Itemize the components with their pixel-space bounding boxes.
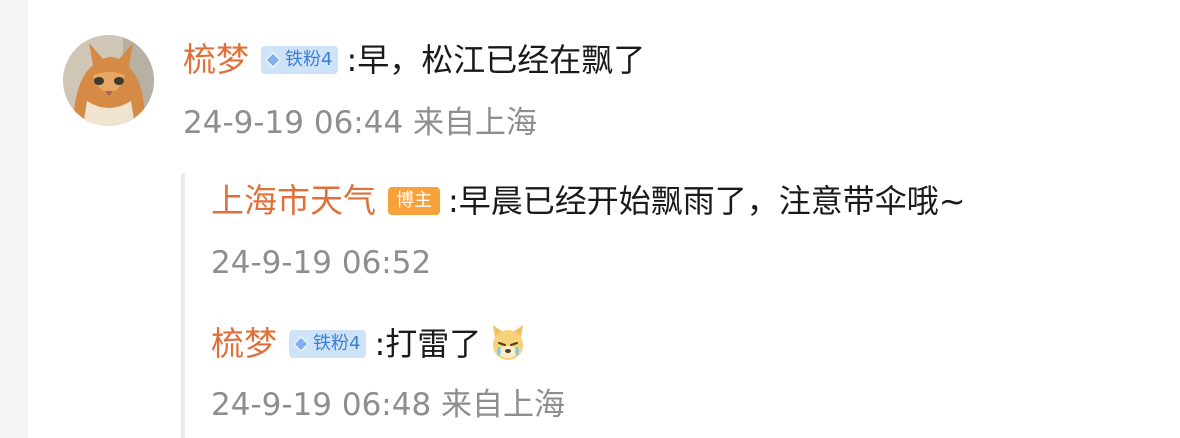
reply-meta: 24-9-19 06:48 来自上海 [211, 387, 566, 423]
comment-header: 梳梦 铁粉4 :早，松江已经在飘了 [183, 40, 645, 80]
diamond-gem-icon [265, 52, 281, 68]
host-badge[interactable]: 博主 [388, 187, 440, 215]
comment-meta: 24-9-19 06:44 来自上海 [183, 105, 538, 141]
crying-dog-emoji-icon [493, 325, 524, 360]
reply-text: :打雷了 [374, 325, 482, 363]
diamond-gem-icon [293, 336, 309, 352]
reply-meta: 24-9-19 06:52 [211, 245, 432, 281]
reply-username[interactable]: 梳梦 [211, 324, 277, 364]
reply-header: 梳梦 铁粉4 :打雷了 [211, 323, 529, 365]
reply-username[interactable]: 上海市天气 [211, 181, 376, 221]
comment-text: :早，松江已经在飘了 [346, 41, 646, 79]
comment-username[interactable]: 梳梦 [183, 40, 249, 80]
fan-badge[interactable]: 铁粉4 [261, 46, 339, 74]
cat-avatar-icon [63, 35, 154, 126]
reply-text: :早晨已经开始飘雨了，注意带伞哦~ [448, 182, 966, 220]
fan-badge[interactable]: 铁粉4 [289, 330, 367, 358]
fan-badge-label: 铁粉4 [285, 49, 333, 70]
reply-header: 上海市天气 博主 :早晨已经开始飘雨了，注意带伞哦~ [211, 181, 966, 221]
avatar[interactable] [63, 35, 154, 126]
fan-badge-label: 铁粉4 [313, 333, 361, 354]
left-gutter [0, 0, 28, 438]
